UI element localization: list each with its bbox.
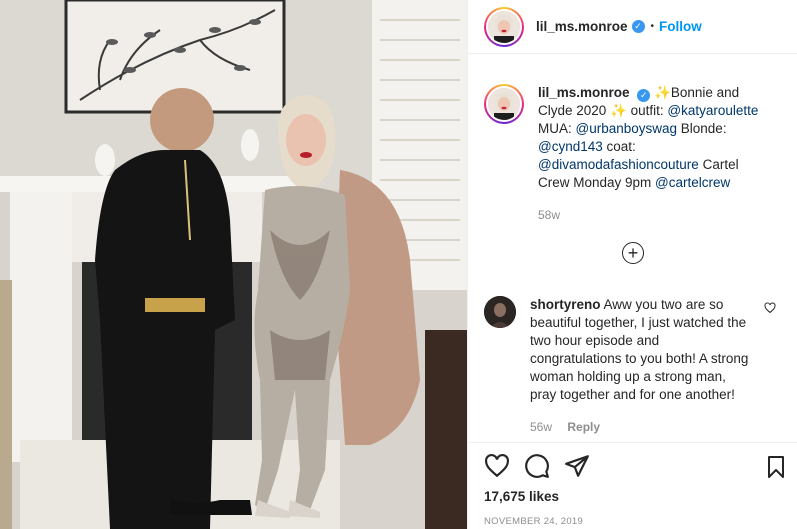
comment-item: shortyreno Aww you two are so beautiful … <box>468 296 797 436</box>
caption-body: lil_ms.monroe ✓ ✨Bonnie and Clyde 2020 ✨… <box>538 84 766 224</box>
comment-text: Aww you two are so beautiful together, I… <box>530 297 749 402</box>
separator-dot: • <box>650 21 655 32</box>
like-comment-icon[interactable] <box>764 302 776 314</box>
bookmark-icon[interactable] <box>764 455 788 479</box>
reply-button[interactable]: Reply <box>567 420 600 434</box>
commenter-username[interactable]: shortyreno <box>530 297 601 312</box>
post-side-panel: lil_ms.monroe ✓ • Follow lil_ms.monroe ✓… <box>467 0 797 529</box>
caption-timestamp[interactable]: 58w <box>538 208 560 222</box>
caption-username[interactable]: lil_ms.monroe <box>538 85 630 100</box>
follow-button[interactable]: Follow <box>659 19 702 34</box>
header-avatar[interactable] <box>484 6 524 47</box>
mention-link[interactable]: @divamodafashioncouture <box>538 157 699 172</box>
likes-count[interactable]: 17,675 likes <box>468 489 797 504</box>
mention-link[interactable]: @cynd143 <box>538 139 603 154</box>
post-date[interactable]: NOVEMBER 24, 2019 <box>468 516 797 527</box>
caption: lil_ms.monroe ✓ ✨Bonnie and Clyde 2020 ✨… <box>468 84 797 224</box>
post-actions: 17,675 likes NOVEMBER 24, 2019 <box>468 442 797 529</box>
comment-body: shortyreno Aww you two are so beautiful … <box>530 296 750 436</box>
header-username[interactable]: lil_ms.monroe <box>536 19 628 34</box>
verified-badge-icon: ✓ <box>637 89 651 102</box>
mention-link[interactable]: @katyaroulette <box>667 103 758 118</box>
sparkle-emoji: ✨ <box>654 85 671 100</box>
caption-text: coat: <box>602 139 636 154</box>
load-more-comments: + <box>468 242 797 264</box>
caption-avatar[interactable] <box>484 84 524 124</box>
commenter-avatar[interactable] <box>484 296 516 328</box>
post-photo[interactable] <box>0 0 467 529</box>
comment-icon[interactable] <box>524 453 550 479</box>
profile-photo <box>488 10 520 43</box>
comments-section[interactable]: lil_ms.monroe ✓ ✨Bonnie and Clyde 2020 ✨… <box>468 74 797 442</box>
post-header: lil_ms.monroe ✓ • Follow <box>468 0 797 54</box>
mention-link[interactable]: @cartelcrew <box>655 175 730 190</box>
post-photo-illustration <box>0 0 467 529</box>
comment-timestamp[interactable]: 56w <box>530 420 552 434</box>
caption-text: Blonde: <box>677 121 727 136</box>
instagram-post: lil_ms.monroe ✓ • Follow lil_ms.monroe ✓… <box>0 0 797 529</box>
profile-photo <box>488 88 520 120</box>
caption-text: outfit: <box>626 103 668 118</box>
heart-icon[interactable] <box>484 453 510 479</box>
caption-text: MUA: <box>538 121 576 136</box>
share-icon[interactable] <box>564 453 590 479</box>
add-circle-icon[interactable]: + <box>622 242 644 264</box>
mention-link[interactable]: @urbanboyswag <box>576 121 678 136</box>
comment-meta: 56w Reply <box>530 418 750 436</box>
caption-meta: 58w <box>538 206 766 224</box>
verified-badge-icon: ✓ <box>631 20 645 33</box>
sparkle-emoji: ✨ <box>610 103 627 118</box>
